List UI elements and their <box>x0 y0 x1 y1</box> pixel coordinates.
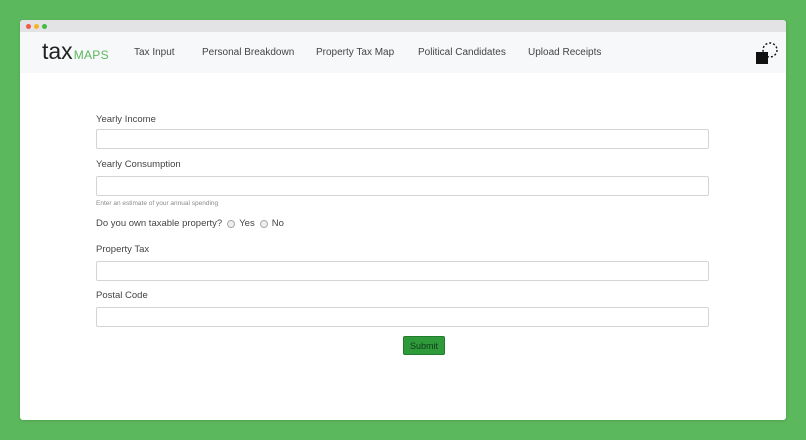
close-icon[interactable] <box>26 24 31 29</box>
property-tax-label: Property Tax <box>96 244 150 255</box>
window-titlebar <box>20 20 786 32</box>
property-question-label: Do you own taxable property? <box>96 218 223 229</box>
submit-button[interactable]: Submit <box>403 336 445 355</box>
logo[interactable]: tax MAPS <box>42 40 109 63</box>
logo-maps-text: MAPS <box>73 48 109 62</box>
yearly-consumption-input[interactable] <box>96 176 709 196</box>
yes-radio-label[interactable]: Yes <box>239 218 255 229</box>
minimize-icon[interactable] <box>34 24 39 29</box>
nav-item-tax-input[interactable]: Tax Input <box>134 47 175 58</box>
yearly-income-input[interactable] <box>96 129 709 149</box>
app-window: tax MAPS Tax Input Personal Breakdown Pr… <box>20 20 786 420</box>
postal-code-label: Postal Code <box>96 290 148 301</box>
navbar: tax MAPS Tax Input Personal Breakdown Pr… <box>20 32 786 73</box>
nav-item-personal-breakdown[interactable]: Personal Breakdown <box>202 47 294 58</box>
property-tax-input[interactable] <box>96 261 709 281</box>
maximize-icon[interactable] <box>42 24 47 29</box>
yearly-consumption-hint: Enter an estimate of your annual spendin… <box>96 200 219 207</box>
yearly-income-label: Yearly Income <box>96 114 156 125</box>
nav-item-property-tax-map[interactable]: Property Tax Map <box>316 47 394 58</box>
no-radio[interactable] <box>259 219 268 228</box>
yes-radio[interactable] <box>227 219 236 228</box>
yearly-consumption-label: Yearly Consumption <box>96 159 181 170</box>
nav-item-upload-receipts[interactable]: Upload Receipts <box>528 47 601 58</box>
logo-tax-text: tax <box>42 38 73 64</box>
property-question: Do you own taxable property? Yes No <box>96 218 284 229</box>
loading-spinner-icon[interactable] <box>755 40 781 66</box>
postal-code-input[interactable] <box>96 307 709 327</box>
no-radio-label[interactable]: No <box>272 218 284 229</box>
nav-item-political-candidates[interactable]: Political Candidates <box>418 47 506 58</box>
